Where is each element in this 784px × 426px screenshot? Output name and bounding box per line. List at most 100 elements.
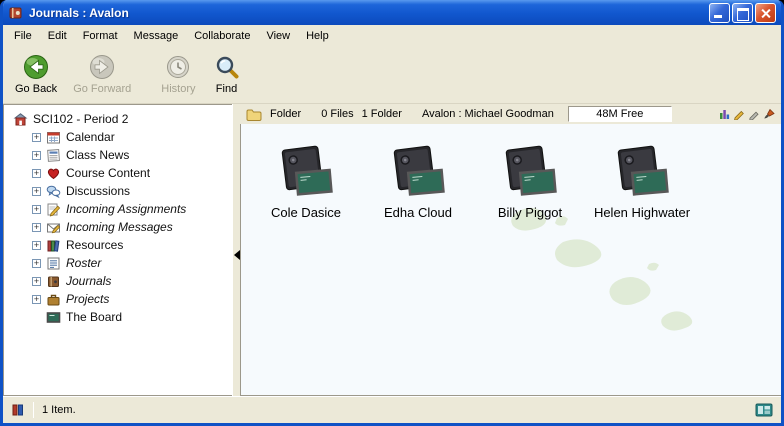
menu-edit[interactable]: Edit (40, 27, 75, 45)
discussions-icon (46, 184, 61, 199)
go-back-label: Go Back (15, 83, 57, 95)
tree-root-sci102[interactable]: SCI102 - Period 2 (6, 110, 230, 128)
expand-icon[interactable]: + (32, 223, 41, 232)
journal-item-helen-highwater[interactable]: Helen Highwater (593, 144, 691, 220)
tree-item-roster[interactable]: + Roster (6, 254, 230, 272)
menu-message[interactable]: Message (126, 27, 187, 45)
panel-splitter[interactable] (232, 104, 240, 396)
journal-list-area[interactable]: Cole Dasice Edha Cloud Billy Piggot (240, 124, 781, 396)
tree-item-projects[interactable]: + Projects (6, 290, 230, 308)
chart-icon[interactable] (719, 108, 730, 120)
menu-collaborate[interactable]: Collaborate (186, 27, 258, 45)
folders-count: 1 Folder (362, 108, 402, 120)
close-button[interactable] (755, 3, 776, 23)
journal-item-cole-dasice[interactable]: Cole Dasice (257, 144, 355, 220)
tree-item-resources[interactable]: + Resources (6, 236, 230, 254)
status-bar: 1 Item. (3, 396, 781, 423)
tree-item-journals[interactable]: + Journals (6, 272, 230, 290)
news-icon (46, 148, 61, 163)
main-area: SCI102 - Period 2 + Calendar + Class New… (3, 104, 781, 396)
menu-format[interactable]: Format (75, 27, 126, 45)
item-count-text: 1 Item. (42, 404, 76, 416)
journal-book-icon (610, 144, 674, 202)
folder-view: Folder 0 Files 1 Folder Avalon : Michael… (240, 104, 781, 396)
map-watermark (499, 204, 719, 347)
journal-book-icon (274, 144, 338, 202)
toolbar-gap (139, 48, 153, 101)
tree-item-incoming-assignments[interactable]: + Incoming Assignments (6, 200, 230, 218)
pen-icon[interactable] (748, 108, 760, 120)
free-space-indicator: 48M Free (568, 106, 672, 122)
status-separator (33, 402, 34, 418)
go-forward-label: Go Forward (73, 83, 131, 95)
journal-name: Billy Piggot (498, 205, 562, 220)
journal-item-edha-cloud[interactable]: Edha Cloud (369, 144, 467, 220)
journal-items: Cole Dasice Edha Cloud Billy Piggot (241, 124, 781, 220)
assignments-icon (46, 202, 61, 217)
expand-icon[interactable]: + (32, 169, 41, 178)
pencil-icon[interactable] (733, 108, 745, 120)
expand-spacer (32, 313, 41, 322)
board-icon (46, 310, 61, 325)
journal-name: Cole Dasice (271, 205, 341, 220)
messages-icon (46, 220, 61, 235)
calendar-icon (46, 130, 61, 145)
journal-book-icon (386, 144, 450, 202)
projects-icon (46, 292, 61, 307)
maximize-button[interactable] (732, 3, 753, 23)
resources-icon (46, 238, 61, 253)
app-window: Journals : Avalon File Edit Format Messa… (0, 0, 784, 426)
journal-name: Helen Highwater (594, 205, 690, 220)
expand-icon[interactable]: + (32, 259, 41, 268)
expand-icon[interactable]: + (32, 295, 41, 304)
expand-icon[interactable]: + (32, 133, 41, 142)
journal-book-icon (498, 144, 562, 202)
forward-icon (89, 54, 115, 80)
title-bar[interactable]: Journals : Avalon (3, 0, 781, 25)
find-button[interactable]: Find (204, 48, 250, 101)
expand-icon[interactable]: + (32, 277, 41, 286)
expand-icon[interactable]: + (32, 205, 41, 214)
window-title: Journals : Avalon (29, 6, 704, 20)
expand-icon[interactable]: + (32, 151, 41, 160)
tree-item-calendar[interactable]: + Calendar (6, 128, 230, 146)
back-icon (23, 54, 49, 80)
folder-type-label: Folder (270, 108, 301, 120)
menu-view[interactable]: View (258, 27, 298, 45)
history-label: History (161, 83, 195, 95)
heart-icon (46, 166, 61, 181)
tree-item-incoming-messages[interactable]: + Incoming Messages (6, 218, 230, 236)
go-back-button[interactable]: Go Back (7, 48, 65, 101)
menu-bar: File Edit Format Message Collaborate Vie… (3, 25, 781, 46)
school-icon (13, 112, 28, 127)
expand-icon[interactable]: + (32, 187, 41, 196)
toolbar: Go Back Go Forward History Find (3, 46, 781, 104)
expand-icon[interactable]: + (32, 241, 41, 250)
layout-icon[interactable] (755, 403, 773, 417)
menu-file[interactable]: File (6, 27, 40, 45)
journal-app-icon (8, 5, 24, 21)
location-label: Avalon : Michael Goodman (422, 108, 554, 120)
history-icon (165, 54, 191, 80)
minimize-button[interactable] (709, 3, 730, 23)
header-tool-icons (719, 108, 775, 120)
find-label: Find (216, 83, 237, 95)
journals-icon (46, 274, 61, 289)
tree-item-course-content[interactable]: + Course Content (6, 164, 230, 182)
menu-help[interactable]: Help (298, 27, 337, 45)
journal-item-billy-piggot[interactable]: Billy Piggot (481, 144, 579, 220)
brush-icon[interactable] (763, 108, 775, 120)
items-icon (11, 403, 25, 417)
files-count: 0 Files (321, 108, 353, 120)
tree-item-discussions[interactable]: + Discussions (6, 182, 230, 200)
folder-info-bar: Folder 0 Files 1 Folder Avalon : Michael… (240, 104, 781, 124)
tree-item-the-board[interactable]: The Board (6, 308, 230, 326)
tree-root-label: SCI102 - Period 2 (33, 112, 128, 126)
go-forward-button[interactable]: Go Forward (65, 48, 139, 101)
tree-item-class-news[interactable]: + Class News (6, 146, 230, 164)
history-button[interactable]: History (153, 48, 203, 101)
roster-icon (46, 256, 61, 271)
find-icon (214, 54, 240, 80)
journal-name: Edha Cloud (384, 205, 452, 220)
folder-icon (246, 108, 262, 121)
